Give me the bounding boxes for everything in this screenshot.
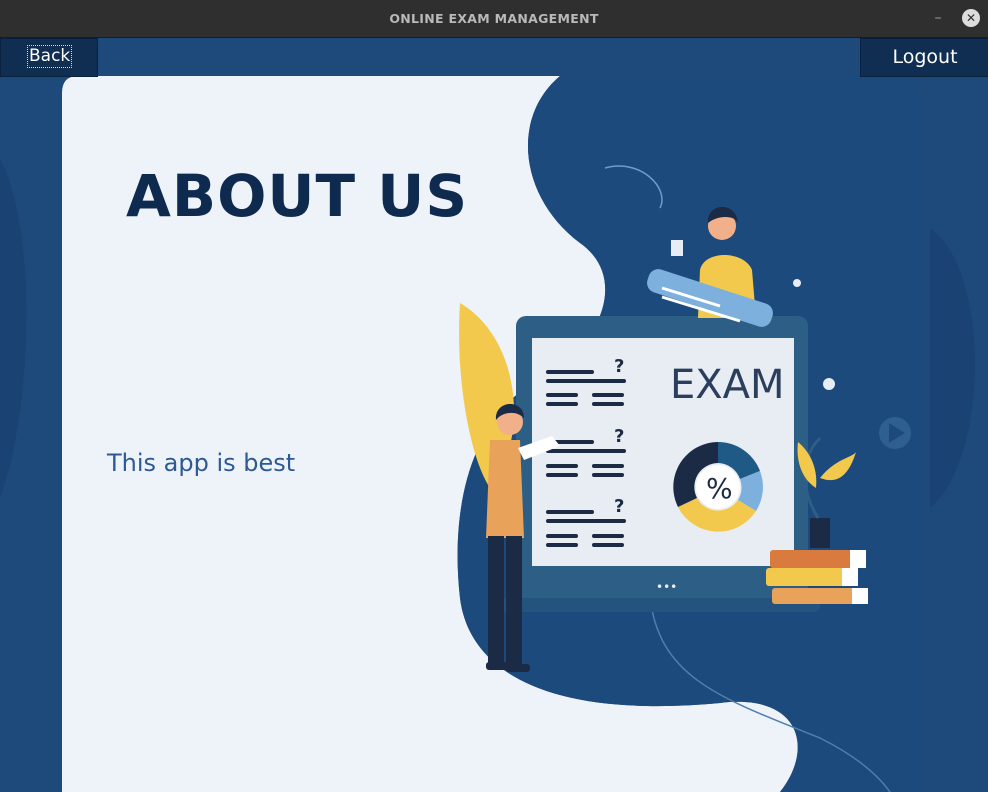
question-mark: ?: [614, 426, 624, 447]
decorative-dot: [823, 378, 835, 390]
main-window-content: ••• ? ? ? EXAM % ABOUT US This app is be…: [0, 38, 988, 792]
decorative-dot: [793, 279, 801, 287]
back-button-label: Back: [27, 45, 73, 68]
board-dots: •••: [656, 580, 677, 594]
window-titlebar: ONLINE EXAM MANAGEMENT – ✕: [0, 0, 988, 38]
question-mark: ?: [614, 356, 624, 377]
logout-button[interactable]: Logout: [860, 38, 988, 77]
page-title: ABOUT US: [126, 162, 469, 230]
books-stack: [766, 550, 868, 604]
about-description: This app is best: [107, 449, 296, 477]
board-title: EXAM: [670, 362, 785, 408]
back-button[interactable]: Back: [0, 38, 98, 77]
question-mark: ?: [614, 496, 624, 517]
window-title: ONLINE EXAM MANAGEMENT: [389, 11, 599, 26]
minimize-button[interactable]: –: [929, 9, 947, 27]
percent-symbol: %: [706, 472, 733, 505]
paper-icon: [671, 240, 683, 256]
close-button[interactable]: ✕: [962, 9, 980, 27]
about-illustration: ••• ? ? ? EXAM %: [0, 38, 988, 792]
